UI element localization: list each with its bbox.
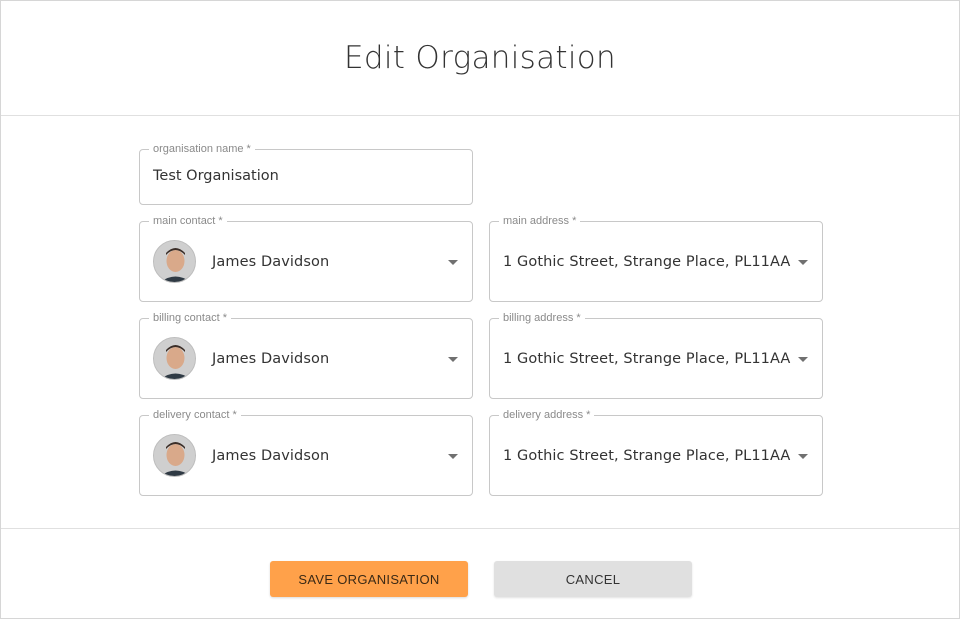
main-contact-value: James Davidson [212,253,330,270]
cancel-button[interactable]: CANCEL [494,561,692,597]
edit-organisation-dialog: Edit Organisation organisation name * Te… [0,0,960,619]
chevron-down-icon[interactable] [798,259,808,265]
avatar [153,240,196,283]
organisation-name-label: organisation name * [149,142,255,156]
billing-address-value: 1 Gothic Street, Strange Place, PL11AA [503,350,791,367]
billing-address-select[interactable]: billing address * 1 Gothic Street, Stran… [489,311,823,399]
delivery-contact-select[interactable]: delivery contact * James Davidson [139,408,473,496]
organisation-name-field[interactable]: organisation name * Test Organisation [139,142,473,205]
footer-divider [1,528,959,529]
delivery-address-value: 1 Gothic Street, Strange Place, PL11AA [503,447,791,464]
save-organisation-button[interactable]: SAVE ORGANISATION [270,561,468,597]
chevron-down-icon[interactable] [448,259,458,265]
delivery-contact-value: James Davidson [212,447,330,464]
avatar [153,337,196,380]
main-contact-select[interactable]: main contact * James Davidson [139,214,473,302]
dialog-title: Edit Organisation [1,1,959,116]
delivery-address-select[interactable]: delivery address * 1 Gothic Street, Stra… [489,408,823,496]
avatar [153,434,196,477]
chevron-down-icon[interactable] [448,356,458,362]
billing-contact-value: James Davidson [212,350,330,367]
main-address-value: 1 Gothic Street, Strange Place, PL11AA [503,253,791,270]
chevron-down-icon[interactable] [798,453,808,459]
chevron-down-icon[interactable] [798,356,808,362]
chevron-down-icon[interactable] [448,453,458,459]
organisation-name-input[interactable]: Test Organisation [153,168,279,184]
billing-contact-select[interactable]: billing contact * James Davidson [139,311,473,399]
main-address-select[interactable]: main address * 1 Gothic Street, Strange … [489,214,823,302]
